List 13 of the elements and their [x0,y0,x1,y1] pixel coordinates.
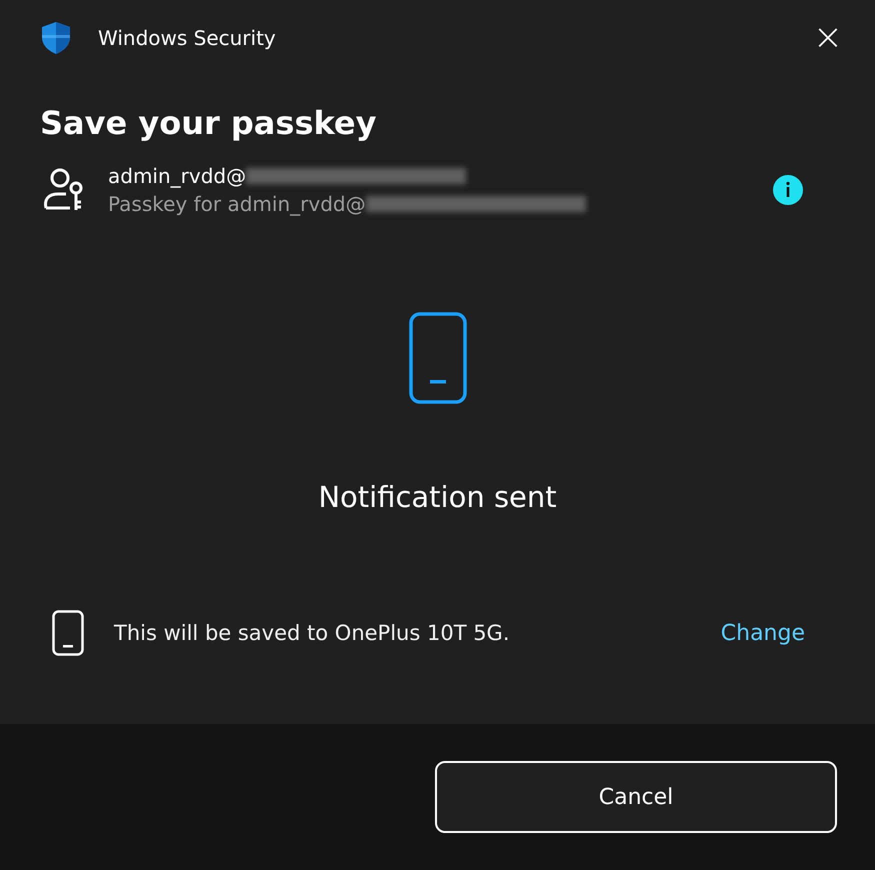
window-title: Windows Security [98,26,277,50]
cancel-button[interactable]: Cancel [435,761,837,833]
account-name: admin_rvdd@ [108,164,246,188]
dialog-heading: Save your passkey [40,104,378,142]
close-button[interactable]: × [808,20,847,56]
info-icon[interactable] [773,175,803,205]
phone-icon [52,610,84,656]
phone-icon [408,312,466,404]
shield-icon [40,21,72,55]
account-detail: Passkey for admin_rvdd@ [108,192,366,216]
status-text: Notification sent [318,480,557,514]
device-text: This will be saved to OnePlus 10T 5G. [114,621,511,645]
change-link[interactable]: Change [720,620,805,646]
